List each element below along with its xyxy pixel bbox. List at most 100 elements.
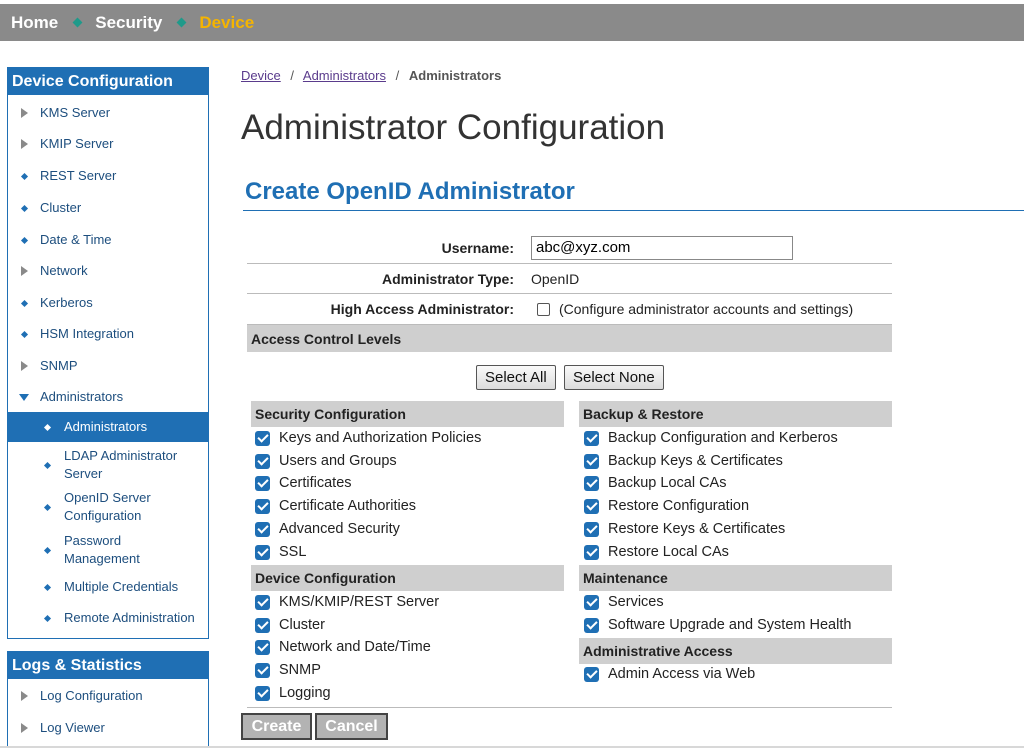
sidebar-subitem-administrators[interactable]: Administrators [8, 412, 208, 442]
arrow-right-icon [21, 266, 28, 276]
breadcrumb-link-administrators[interactable]: Administrators [303, 68, 386, 83]
checked-checkbox-icon[interactable] [584, 521, 599, 537]
checked-checkbox-icon[interactable] [584, 617, 599, 633]
checkbox-row[interactable]: SSL [255, 542, 306, 562]
checked-checkbox-icon[interactable] [584, 666, 599, 682]
checkbox-row[interactable]: Restore Configuration [584, 496, 749, 516]
arrow-right-icon [21, 139, 28, 149]
sidebar-item-date-time[interactable]: Date & Time [8, 228, 208, 252]
checked-checkbox-icon[interactable] [584, 544, 599, 560]
checked-checkbox-icon[interactable] [255, 430, 270, 446]
select-none-button[interactable]: Select None [564, 365, 664, 390]
group-device-configuration: Device Configuration [251, 565, 564, 591]
checkbox-row[interactable]: Certificate Authorities [255, 496, 416, 516]
checked-checkbox-icon[interactable] [584, 430, 599, 446]
checkbox-label: KMS/KMIP/REST Server [279, 594, 440, 610]
sidebar-item-hsm-integration[interactable]: HSM Integration [8, 322, 208, 346]
admin-type-row: Administrator Type: OpenID [247, 264, 892, 294]
breadcrumb-separator: / [290, 68, 294, 83]
sidebar-item-kmip-server[interactable]: KMIP Server [8, 132, 208, 156]
sidebar-item-label: KMIP Server [40, 136, 114, 151]
checkbox-row[interactable]: Restore Keys & Certificates [584, 519, 785, 539]
breadcrumb-link-device[interactable]: Device [241, 68, 281, 83]
username-input[interactable] [531, 235, 793, 260]
sidebar-item-cluster[interactable]: Cluster [8, 196, 208, 220]
group-maintenance: Maintenance [579, 565, 892, 591]
sidebar-title: Logs & Statistics [8, 652, 208, 679]
checked-checkbox-icon[interactable] [584, 453, 599, 469]
breadcrumb-current: Administrators [408, 68, 502, 83]
checked-checkbox-icon[interactable] [584, 498, 599, 514]
sidebar-subitem-openid-server-configuration[interactable]: OpenID Server Configuration [8, 488, 208, 526]
sidebar-subitem-ldap-administrator-server[interactable]: LDAP Administrator Server [8, 446, 208, 484]
checkbox-row[interactable]: Network and Date/Time [255, 637, 431, 657]
sidebar-item-label: SNMP [40, 358, 78, 373]
sidebar-item-kerberos[interactable]: Kerberos [8, 291, 208, 315]
checkbox-label: Keys and Authorization Policies [279, 430, 482, 446]
sidebar-item-log-viewer[interactable]: Log Viewer [8, 716, 208, 740]
sidebar-item-snmp[interactable]: SNMP [8, 354, 208, 378]
high-access-checkbox[interactable] [537, 302, 550, 316]
sidebar-subitem-remote-administration[interactable]: Remote Administration [8, 606, 208, 630]
checked-checkbox-icon[interactable] [584, 594, 599, 610]
nav-home[interactable]: Home [11, 13, 58, 33]
create-button[interactable]: Create [241, 713, 312, 740]
sidebar-subitem-multiple-credentials[interactable]: Multiple Credentials [8, 575, 208, 599]
bullet-icon [20, 204, 29, 212]
checkbox-row[interactable]: Software Upgrade and System Health [584, 615, 851, 635]
checked-checkbox-icon[interactable] [255, 639, 270, 655]
checkbox-row[interactable]: Cluster [255, 615, 325, 635]
checked-checkbox-icon[interactable] [255, 662, 270, 678]
sidebar-item-kms-server[interactable]: KMS Server [8, 101, 208, 125]
checkbox-row[interactable]: Backup Keys & Certificates [584, 451, 783, 471]
username-row: Username: [247, 232, 892, 264]
checked-checkbox-icon[interactable] [255, 617, 270, 633]
sidebar-subitem-password-management[interactable]: Password Management [8, 531, 208, 569]
checkbox-row[interactable]: SNMP [255, 660, 321, 680]
admin-type-label: Administrator Type: [382, 270, 514, 287]
high-access-note: (Configure administrator accounts and se… [559, 301, 854, 317]
nav-security[interactable]: Security [95, 13, 162, 33]
arrow-right-icon [21, 723, 28, 733]
checkbox-row[interactable]: Certificates [255, 473, 352, 493]
sidebar-item-label: Log Configuration [40, 688, 143, 703]
bullet-icon [43, 423, 52, 431]
sidebar-item-log-configuration[interactable]: Log Configuration [8, 684, 208, 708]
sidebar-item-administrators[interactable]: Administrators [8, 385, 208, 409]
sidebar-item-rest-server[interactable]: REST Server [8, 164, 208, 188]
checked-checkbox-icon[interactable] [255, 594, 270, 610]
checkbox-row[interactable]: Users and Groups [255, 451, 397, 471]
checkbox-row[interactable]: Restore Local CAs [584, 542, 729, 562]
checked-checkbox-icon[interactable] [255, 521, 270, 537]
checkbox-label: Backup Configuration and Kerberos [608, 430, 838, 446]
checkbox-row[interactable]: Advanced Security [255, 519, 400, 539]
checkbox-row[interactable]: Admin Access via Web [584, 664, 755, 684]
sidebar-item-network[interactable]: Network [8, 259, 208, 283]
checked-checkbox-icon[interactable] [584, 475, 599, 491]
checked-checkbox-icon[interactable] [255, 685, 270, 701]
checkbox-label: Backup Keys & Certificates [608, 453, 783, 469]
sidebar-item-label: Log Viewer [40, 720, 105, 735]
nav-device[interactable]: Device [199, 13, 254, 33]
breadcrumb-separator: / [395, 68, 400, 83]
page-title: Administrator Configuration [241, 108, 666, 147]
group-backup-restore: Backup & Restore [579, 401, 892, 427]
sidebar-item-label: OpenID Server Configuration [64, 490, 151, 523]
section-title: Create OpenID Administrator [245, 178, 575, 205]
checkbox-row[interactable]: Services [584, 592, 664, 612]
checkbox-row[interactable]: KMS/KMIP/REST Server [255, 592, 439, 612]
sidebar-item-label: Multiple Credentials [64, 579, 179, 594]
checkbox-row[interactable]: Logging [255, 683, 331, 703]
checkbox-row[interactable]: Keys and Authorization Policies [255, 428, 481, 448]
checked-checkbox-icon[interactable] [255, 498, 270, 514]
checkbox-row[interactable]: Backup Configuration and Kerberos [584, 428, 838, 448]
checkbox-row[interactable]: Backup Local CAs [584, 473, 726, 493]
checked-checkbox-icon[interactable] [255, 475, 270, 491]
checkbox-label: Cluster [279, 617, 325, 633]
checked-checkbox-icon[interactable] [255, 544, 270, 560]
cancel-button[interactable]: Cancel [315, 713, 388, 740]
select-all-button[interactable]: Select All [476, 365, 556, 390]
checked-checkbox-icon[interactable] [255, 453, 270, 469]
checkbox-label: Logging [279, 685, 331, 701]
checkbox-label: Restore Keys & Certificates [608, 521, 786, 537]
